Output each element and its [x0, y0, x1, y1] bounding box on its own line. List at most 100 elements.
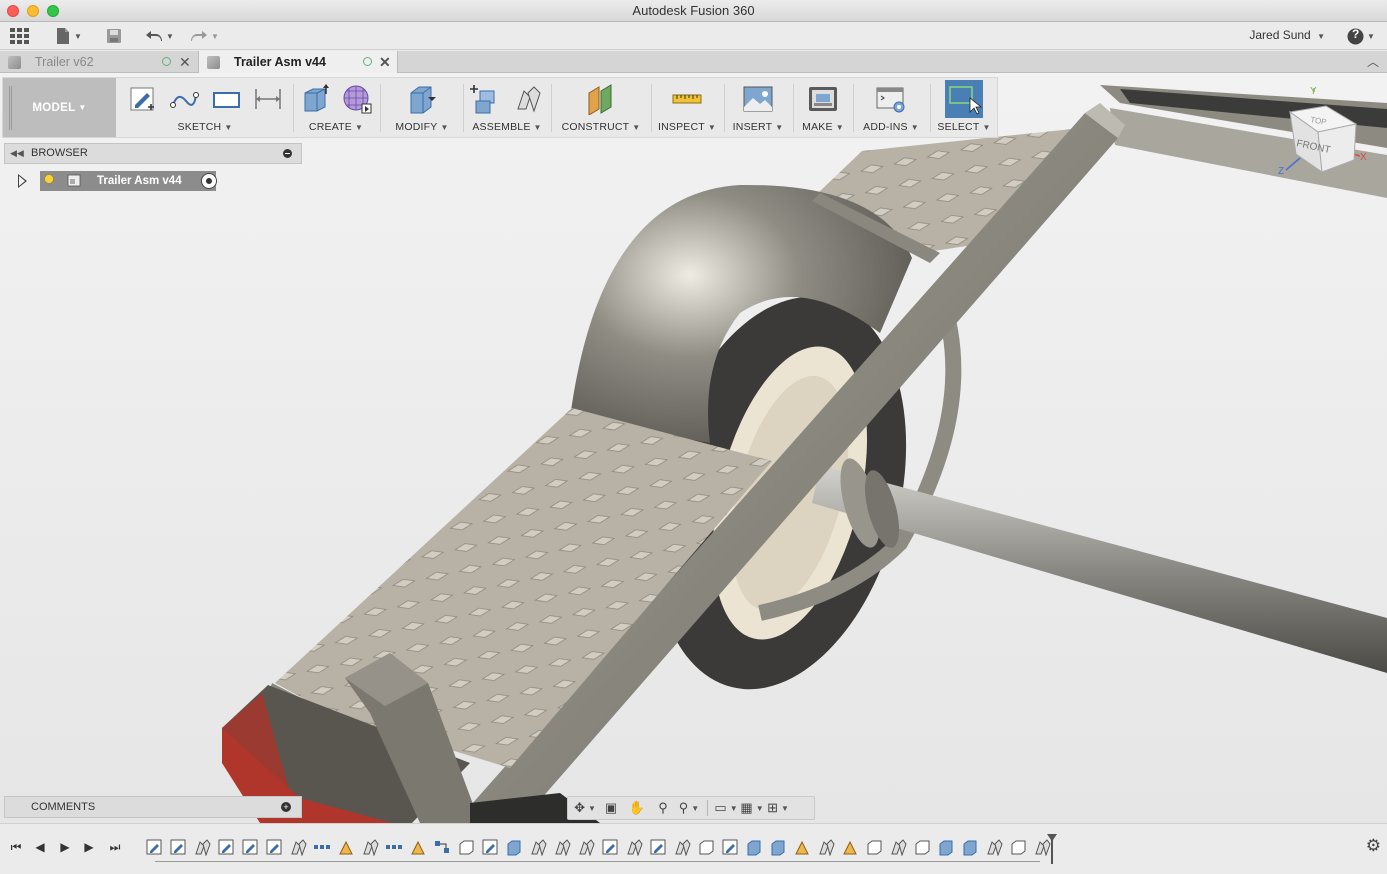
select-menu[interactable]: SELECT ▼ [933, 121, 995, 133]
inspect-group[interactable]: INSPECT ▼ [653, 78, 721, 137]
timeline-sketch-feature-icon[interactable] [144, 838, 165, 856]
timeline-joint-feature-icon[interactable] [816, 838, 837, 857]
construct-menu[interactable]: CONSTRUCT ▼ [553, 121, 649, 133]
timeline-joint-feature-icon[interactable] [288, 838, 309, 857]
timeline-sketch-feature-icon[interactable] [480, 838, 501, 856]
minimize-window-button[interactable] [27, 5, 39, 17]
timeline-joint-feature-icon[interactable] [360, 838, 381, 857]
timeline-sketch-feature-icon[interactable] [720, 838, 741, 856]
timeline-extrude-feature-icon[interactable] [744, 838, 765, 856]
new-component-icon[interactable] [470, 83, 502, 115]
data-panel-grid-icon[interactable] [9, 26, 29, 46]
inspect-menu[interactable]: INSPECT ▼ [653, 121, 721, 133]
collapse-browser-icon[interactable]: ◀◀ [10, 144, 24, 163]
visibility-bulb-icon[interactable] [44, 174, 54, 187]
timeline-extrude-feature-icon[interactable] [768, 838, 789, 856]
close-tab-icon[interactable]: ✕ [179, 51, 191, 73]
timeline-joint-feature-icon[interactable] [192, 838, 213, 857]
make-menu[interactable]: MAKE ▼ [795, 121, 851, 133]
maximize-window-button[interactable] [47, 5, 59, 17]
timeline-component-feature-icon[interactable] [840, 838, 861, 856]
timeline-component-feature-icon[interactable] [336, 838, 357, 856]
make-group[interactable]: MAKE ▼ [795, 78, 851, 137]
add-comment-icon[interactable]: + [281, 802, 291, 812]
offset-plane-icon[interactable] [585, 83, 617, 116]
timeline-settings-gear-icon[interactable]: ⚙ [1366, 836, 1381, 856]
browser-root-node[interactable]: Trailer Asm v44 [40, 171, 216, 191]
step-forward-icon[interactable]: ▶ [81, 839, 97, 855]
timeline-extrude-feature-icon[interactable] [936, 838, 957, 856]
timeline-sketch-feature-icon[interactable] [264, 838, 285, 856]
redo-button[interactable]: ▼ [190, 26, 219, 46]
create-group[interactable]: CREATE ▼ [295, 78, 377, 137]
file-menu-button[interactable]: ▼ [55, 26, 82, 46]
add-ins-menu[interactable]: ADD-INS ▼ [855, 121, 927, 133]
joint-icon[interactable] [512, 83, 544, 115]
timeline-pattern-feature-icon[interactable] [312, 838, 333, 856]
zoom-icon[interactable]: ⚲ [652, 799, 674, 817]
rectangle-icon[interactable] [210, 83, 242, 115]
timeline-joint-feature-icon[interactable] [576, 838, 597, 857]
timeline-sketch-feature-icon[interactable] [240, 838, 261, 856]
timeline-box-feature-icon[interactable] [864, 838, 885, 856]
timeline-pattern-feature-icon[interactable] [384, 838, 405, 856]
3d-print-icon[interactable] [807, 83, 839, 115]
add-ins-group[interactable]: ADD-INS ▼ [855, 78, 927, 137]
timeline-box-feature-icon[interactable] [696, 838, 717, 856]
go-to-start-icon[interactable]: ⏮ [8, 839, 24, 855]
pan-hand-icon[interactable]: ✋ [626, 799, 648, 817]
step-back-icon[interactable]: ◀ [32, 839, 48, 855]
timeline-sketch-feature-icon[interactable] [168, 838, 189, 856]
timeline-joint-feature-icon[interactable] [888, 838, 909, 857]
timeline-box-feature-icon[interactable] [1008, 838, 1029, 856]
viewcube[interactable]: TOP FRONT Y X Z [1270, 80, 1375, 180]
timeline-joint-feature-icon[interactable] [672, 838, 693, 857]
close-tab-icon[interactable]: ✕ [379, 51, 391, 73]
comments-panel-header[interactable]: COMMENTS + [4, 796, 302, 818]
insert-group[interactable]: INSERT ▼ [726, 78, 790, 137]
timeline-extrude-feature-icon[interactable] [504, 838, 525, 856]
select-icon[interactable] [945, 80, 983, 118]
tab-trailer-v62[interactable]: Trailer v62 ✕ [0, 51, 198, 73]
timeline-marker-icon[interactable] [1047, 834, 1057, 864]
measure-icon[interactable] [671, 83, 703, 115]
timeline-box-feature-icon[interactable] [912, 838, 933, 856]
workspace-switcher[interactable]: MODEL ▼ [3, 78, 116, 137]
create-sketch-icon[interactable] [126, 83, 158, 115]
browser-panel-header[interactable]: ◀◀ BROWSER [4, 143, 302, 164]
browser-options-icon[interactable] [283, 149, 292, 158]
modify-group[interactable]: MODIFY ▼ [383, 78, 461, 137]
activate-component-radio[interactable] [201, 173, 217, 189]
sketch-group[interactable]: SKETCH ▼ [119, 78, 291, 137]
undo-button[interactable]: ▼ [145, 26, 174, 46]
play-icon[interactable]: ▶ [57, 839, 73, 855]
viewports-icon[interactable]: ⊞ ▼ [767, 799, 789, 817]
user-account-menu[interactable]: Jared Sund ▼ [1249, 28, 1325, 42]
select-group[interactable]: SELECT ▼ [933, 78, 995, 137]
timeline-joint-feature-icon[interactable] [552, 838, 573, 857]
timeline-joint-feature-icon[interactable] [528, 838, 549, 857]
save-button[interactable] [106, 26, 122, 46]
timeline-move-feature-icon[interactable] [432, 838, 453, 856]
collapse-toolbar-icon[interactable]: ︿ [1367, 53, 1379, 70]
form-icon[interactable] [341, 83, 373, 115]
orbit-icon[interactable]: ✥ ▼ [574, 799, 596, 817]
extrude-icon[interactable] [299, 83, 331, 115]
go-to-end-icon[interactable]: ⏭ [107, 839, 123, 855]
timeline-sketch-feature-icon[interactable] [216, 838, 237, 856]
modify-menu[interactable]: MODIFY ▼ [383, 121, 461, 133]
assemble-menu[interactable]: ASSEMBLE ▼ [465, 121, 549, 133]
fit-zoom-icon[interactable]: ⚲ ▼ [678, 799, 700, 817]
display-settings-icon[interactable]: ▭ ▼ [714, 799, 737, 817]
assemble-group[interactable]: ASSEMBLE ▼ [465, 78, 549, 137]
timeline-component-feature-icon[interactable] [408, 838, 429, 856]
timeline-joint-feature-icon[interactable] [624, 838, 645, 857]
dimension-icon[interactable] [252, 83, 284, 115]
spline-icon[interactable] [168, 83, 200, 115]
expand-triangle-icon[interactable] [18, 174, 27, 188]
sketch-menu[interactable]: SKETCH ▼ [119, 121, 291, 133]
grid-snap-icon[interactable]: ▦ ▼ [740, 799, 763, 817]
timeline-sketch-feature-icon[interactable] [648, 838, 669, 856]
scripts-addins-icon[interactable] [875, 83, 907, 115]
insert-image-icon[interactable] [742, 83, 774, 115]
